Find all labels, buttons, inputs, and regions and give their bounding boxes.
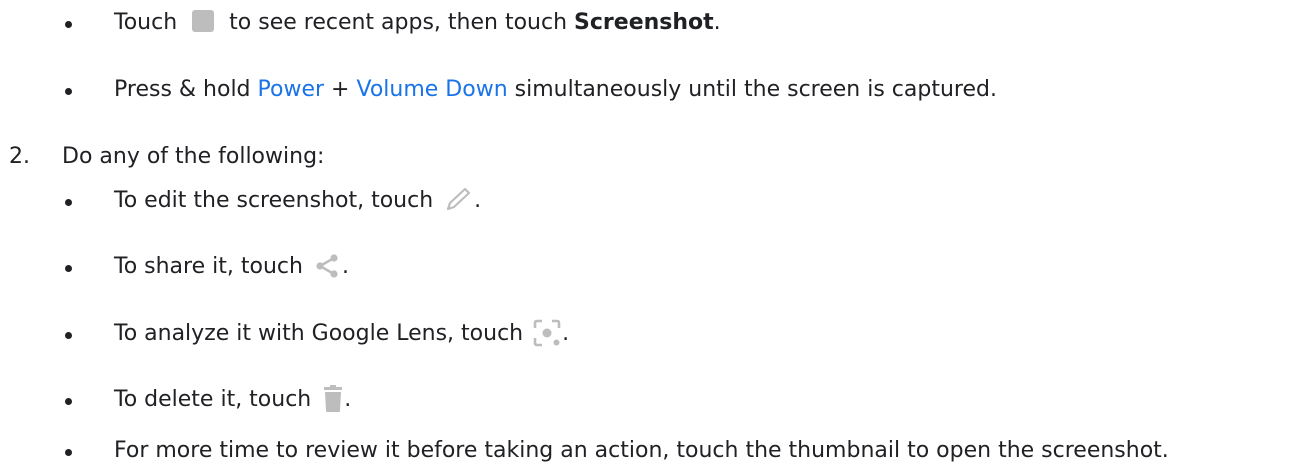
delete-suffix: . [344, 387, 352, 412]
screenshot-label: Screenshot [574, 10, 714, 35]
volume-down-link[interactable]: Volume Down [356, 77, 507, 102]
pencil-icon [444, 186, 474, 212]
recent-apps-middle: to see recent apps, then touch [229, 10, 568, 35]
press-hold-prefix: Press & hold [114, 77, 251, 102]
lens-suffix: . [562, 321, 570, 346]
bullet-dot [65, 398, 72, 405]
press-hold-suffix: simultaneously until the screen is captu… [514, 77, 997, 102]
review-text: For more time to review it before taking… [114, 438, 1169, 463]
recent-apps-suffix: . [713, 10, 721, 35]
share-icon [314, 253, 342, 279]
edit-text: To edit the screenshot, touch [114, 188, 434, 213]
bullet-dot [65, 21, 72, 28]
plus-sign: + [331, 77, 350, 102]
recent-apps-prefix: Touch [114, 10, 178, 35]
delete-text: To delete it, touch [114, 387, 312, 412]
bullet-dot [65, 199, 72, 206]
power-link[interactable]: Power [258, 77, 325, 102]
share-text: To share it, touch [114, 254, 303, 279]
trash-icon [322, 385, 344, 413]
bullet-dot [65, 88, 72, 95]
bullet-dot [65, 449, 72, 456]
bullet-dot [65, 265, 72, 272]
lens-text: To analyze it with Google Lens, touch [114, 321, 524, 346]
square-recents-icon [190, 8, 216, 34]
step-number: 2. [9, 144, 30, 169]
step-text: Do any of the following: [62, 144, 325, 169]
bullet-dot [65, 332, 72, 339]
google-lens-icon [532, 318, 562, 348]
share-suffix: . [341, 254, 349, 279]
edit-suffix: . [474, 188, 482, 213]
